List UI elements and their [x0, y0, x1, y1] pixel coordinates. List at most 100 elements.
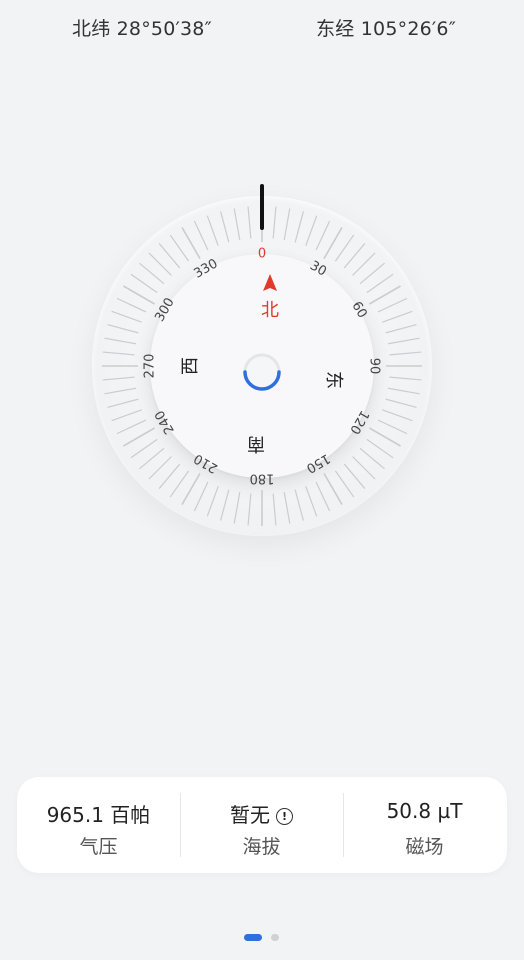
compass-tick	[305, 215, 318, 246]
compass-tick	[130, 273, 158, 294]
degree-label: 0	[258, 247, 266, 262]
compass-tick	[139, 262, 165, 285]
compass-tick	[116, 419, 147, 435]
compass-tick	[387, 387, 420, 395]
compass-tick	[104, 337, 137, 345]
cardinal-west: 西	[180, 357, 201, 375]
compass-tick	[366, 438, 394, 459]
magnetic-cell: 50.8 µT 磁场	[343, 777, 506, 873]
compass-tick	[206, 486, 219, 517]
compass-tick	[315, 481, 331, 512]
compass-tick	[111, 310, 142, 323]
north-arrow-icon	[263, 274, 277, 291]
compass-tick	[368, 427, 401, 447]
degree-label: 300	[152, 295, 177, 324]
compass-tick	[102, 351, 135, 356]
compass-tick	[158, 463, 181, 489]
compass-tick	[334, 470, 355, 498]
magnetic-label: 磁场	[405, 836, 444, 858]
compass-tick	[305, 486, 318, 517]
heading-indicator-line	[260, 184, 264, 230]
compass-tick	[334, 234, 355, 262]
pressure-cell: 965.1 百帕 气压	[17, 777, 180, 873]
compass-tick	[247, 493, 252, 526]
compass-tick	[130, 438, 158, 459]
altitude-value-row: 暂无!	[180, 799, 343, 828]
pressure-value: 965.1 百帕	[46, 803, 151, 827]
compass-tick	[116, 297, 147, 313]
compass-tick	[233, 208, 241, 241]
compass-tick	[233, 491, 241, 524]
compass-tick	[158, 243, 181, 269]
degree-label: 120	[346, 407, 371, 436]
compass-tick	[368, 285, 401, 305]
degree-label: 270	[143, 354, 158, 379]
compass-tick	[220, 211, 230, 243]
compass-tick	[123, 427, 156, 447]
compass-tick	[385, 398, 417, 408]
compass-tick	[111, 409, 142, 422]
compass-tick	[352, 456, 376, 480]
degree-label: 210	[191, 450, 220, 475]
compass-tick	[206, 215, 219, 246]
compass-dial[interactable]: 0 30 60 90 120 150 180 210 240 270 300 330 北 东 南 西	[92, 196, 432, 536]
page-dot[interactable]	[271, 934, 279, 941]
compass-tick	[102, 376, 135, 381]
compass-tick	[139, 447, 165, 470]
compass-tick	[247, 206, 252, 239]
compass-tick	[294, 489, 304, 521]
compass-tick	[387, 337, 420, 345]
degree-label: 90	[367, 358, 382, 375]
compass-tick	[193, 220, 209, 251]
latitude-text: 北纬 28°50′38″	[72, 18, 212, 40]
degree-label: 330	[191, 256, 220, 281]
longitude-text: 东经 105°26′6″	[316, 18, 456, 40]
degree-label: 180	[250, 471, 275, 486]
altitude-value: 暂无	[230, 803, 270, 827]
compass-tick	[389, 376, 422, 381]
compass-tick	[385, 324, 417, 334]
cardinal-north: 北	[261, 300, 279, 321]
compass-tick	[107, 324, 139, 334]
degree-label: 150	[303, 450, 332, 475]
pressure-label: 气压	[79, 836, 118, 858]
altitude-cell[interactable]: 暂无! 海拔	[180, 777, 343, 873]
page-dot-active[interactable]	[244, 934, 262, 941]
compass-tick	[323, 227, 343, 260]
compass-scale: 0 30 60 90 120 150 180 210 240 270 300 330 北 东 南 西	[102, 206, 422, 526]
compass-tick	[272, 206, 277, 239]
compass-tick	[359, 262, 385, 285]
compass-tick	[181, 472, 201, 505]
compass-tick	[343, 243, 366, 269]
info-icon[interactable]: !	[276, 808, 293, 825]
degree-label: 30	[307, 258, 329, 279]
compass-tick	[283, 491, 291, 524]
compass-tick	[359, 447, 385, 470]
center-level-indicator	[243, 353, 281, 391]
compass-tick	[272, 493, 277, 526]
coordinates-bar: 北纬 28°50′38″ 东经 105°26′6″	[0, 14, 524, 42]
degree-label: 60	[348, 299, 369, 321]
compass-tick	[169, 470, 190, 498]
compass-tick	[377, 419, 408, 435]
compass-tick	[382, 409, 413, 422]
compass-tick	[352, 252, 376, 276]
compass-tick	[148, 456, 172, 480]
magnetic-value: 50.8 µT	[386, 799, 463, 823]
compass-tick	[181, 227, 201, 260]
compass-tick	[389, 351, 422, 356]
cardinal-south: 南	[247, 433, 265, 454]
degree-label: 240	[152, 407, 177, 436]
compass-tick	[220, 489, 230, 521]
compass-tick	[123, 285, 156, 305]
compass-tick	[294, 211, 304, 243]
compass-tick	[343, 463, 366, 489]
sensor-info-card: 965.1 百帕 气压 暂无! 海拔 50.8 µT 磁场	[17, 777, 507, 873]
compass-tick	[315, 220, 331, 251]
compass-tick	[283, 208, 291, 241]
compass-tick	[104, 387, 137, 395]
page-indicator[interactable]	[0, 934, 524, 944]
compass-tick	[323, 472, 343, 505]
compass-tick	[382, 310, 413, 323]
compass-tick	[193, 481, 209, 512]
